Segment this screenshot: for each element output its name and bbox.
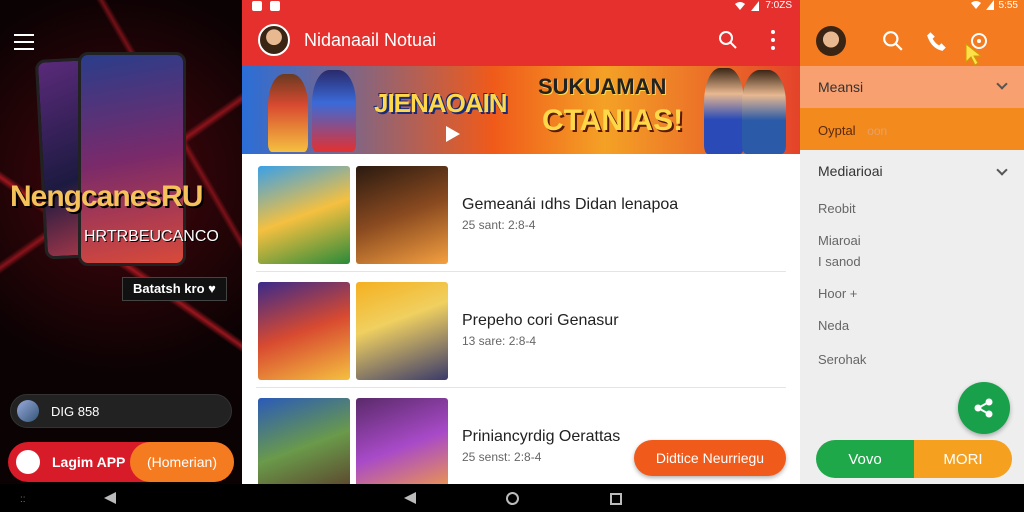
nav-dots-icon: :: — [20, 494, 26, 505]
notification-icon — [252, 1, 262, 11]
list-item-subtitle: 25 senst: 2:8-4 — [462, 450, 542, 464]
search-icon[interactable] — [882, 30, 904, 52]
secondary-action-button[interactable]: MORI — [914, 440, 1012, 478]
promo-title: NengcanesRU — [10, 180, 203, 213]
action-button-group: Vovo MORI — [816, 440, 1012, 478]
pill-text: DIG 858 — [51, 403, 100, 419]
drawer-item[interactable]: Serohak — [818, 352, 866, 367]
list-item[interactable]: Prepeho cori Genasur 13 sare: 2:8-4 — [256, 276, 786, 388]
info-pill[interactable]: DIG 858 — [10, 394, 232, 428]
hero-banner[interactable]: JIENAOAIN SUKUAMAN CTANIAS! — [242, 66, 800, 154]
banner-logo-text: JIENAOAIN — [374, 88, 508, 118]
app-bar: Nidanaail Notuai — [242, 14, 800, 66]
back-icon[interactable] — [104, 492, 116, 504]
search-icon[interactable] — [718, 30, 738, 50]
list-item-subtitle: 25 sant: 2:8-4 — [462, 218, 536, 232]
drawer-item[interactable]: I sanod — [818, 254, 861, 269]
notification-icon — [270, 1, 280, 11]
cursor-icon — [965, 42, 983, 66]
hero-character — [268, 74, 308, 152]
wifi-icon — [970, 1, 981, 9]
system-nav-bar: :: — [0, 484, 1024, 512]
screen: NengcanesRU HRTRBEUCANCO Batatsh kro ♥ D… — [0, 0, 1024, 512]
share-icon — [974, 398, 993, 418]
hero-character — [312, 70, 356, 152]
wifi-icon — [735, 1, 746, 10]
list-item[interactable]: Gemeanái ıdhs Didan lenapoa 25 sant: 2:8… — [256, 160, 786, 272]
promo-subtitle: HRTRBEUCANCO — [84, 228, 219, 245]
list-item-title: Prepeho cori Genasur — [462, 312, 619, 329]
app-title: Nidanaail Notuai — [304, 30, 437, 50]
hamburger-menu-icon[interactable] — [14, 34, 34, 50]
extended-fab-button[interactable]: Didtice Neurriegu — [634, 440, 786, 476]
banner-headline-main: CTANIAS! — [542, 104, 684, 137]
drawer-item[interactable]: Neda — [818, 318, 849, 333]
drawer-section-active[interactable]: Oyptal oon — [800, 108, 1024, 150]
play-icon[interactable] — [446, 126, 460, 142]
recent-apps-icon[interactable] — [610, 493, 622, 505]
share-fab-button[interactable] — [958, 382, 1010, 434]
drawer-app-bar — [800, 14, 1024, 66]
back-icon[interactable] — [404, 492, 416, 504]
drawer-item[interactable]: Reobit — [818, 201, 856, 216]
more-vert-icon[interactable] — [770, 30, 776, 50]
avatar[interactable] — [258, 24, 290, 56]
game-thumbnail[interactable] — [258, 282, 350, 380]
list-item-title: Gemeanái ıdhs Didan lenapoa — [462, 196, 679, 213]
hero-character — [742, 70, 786, 154]
status-bar: 7:0ZS — [242, 0, 800, 14]
install-button[interactable]: Lagim APP (Homerian) — [8, 442, 234, 482]
install-circle-icon — [16, 450, 40, 474]
drawer-item[interactable]: Miaroai — [818, 233, 861, 248]
game-thumbnail[interactable] — [258, 166, 350, 264]
drawer-section-label: Oyptal — [818, 123, 856, 138]
home-icon[interactable] — [506, 492, 519, 505]
app-icon — [17, 400, 39, 422]
install-secondary-button[interactable]: (Homerian) — [130, 442, 234, 482]
drawer-section-label: Meansi — [818, 79, 864, 95]
status-time: 5:55 — [998, 0, 1018, 11]
chevron-down-icon — [996, 78, 1008, 90]
install-label: Lagim APP — [52, 454, 126, 470]
game-thumbnail[interactable] — [356, 398, 448, 484]
game-thumbnail[interactable] — [356, 166, 448, 264]
banner-headline: SUKUAMAN — [538, 74, 667, 99]
status-time: 7:0ZS — [765, 0, 792, 11]
signal-icon — [751, 0, 760, 11]
game-thumbnail[interactable] — [258, 398, 350, 484]
avatar[interactable] — [816, 26, 846, 56]
drawer-section-header[interactable]: Mediarioai — [800, 150, 1024, 192]
hero-character — [704, 68, 744, 154]
list-item-subtitle: 13 sare: 2:8-4 — [462, 334, 537, 348]
chevron-down-icon — [996, 164, 1008, 176]
promo-chip[interactable]: Batatsh kro ♥ — [122, 277, 227, 301]
list-item-title: Priniancyrdig Oerattas — [462, 428, 621, 445]
drawer-panel: 5:55 Meansi Oyptal oon Mediarioai Reobit… — [800, 0, 1024, 484]
drawer-section-label: Mediarioai — [818, 163, 883, 179]
drawer-section-header[interactable]: Meansi — [800, 66, 1024, 108]
game-list: Gemeanái ıdhs Didan lenapoa 25 sant: 2:8… — [256, 160, 786, 484]
promo-panel: NengcanesRU HRTRBEUCANCO Batatsh kro ♥ D… — [0, 0, 242, 484]
phone-icon[interactable] — [926, 30, 948, 52]
drawer-item[interactable]: Hoor + — [818, 286, 857, 301]
status-bar: 5:55 — [800, 0, 1024, 14]
signal-icon — [985, 0, 994, 10]
main-app-panel: 7:0ZS Nidanaail Notuai JIENAOAIN SUKUAMA… — [242, 0, 800, 484]
primary-action-button[interactable]: Vovo — [816, 440, 914, 478]
game-thumbnail[interactable] — [356, 282, 448, 380]
drawer-section-hint: oon — [867, 124, 888, 138]
